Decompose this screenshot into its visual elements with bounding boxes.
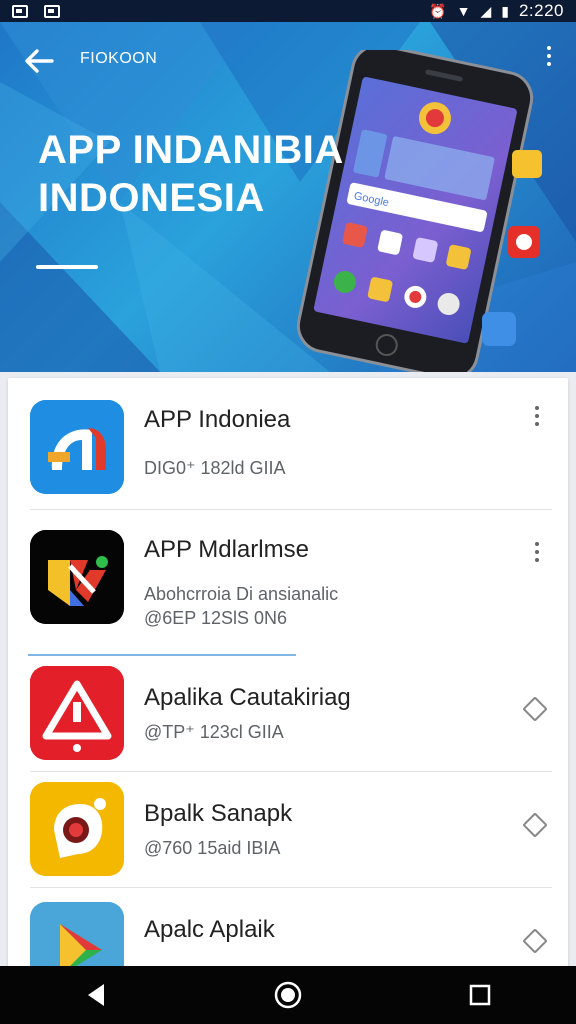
- recents-square-icon: [469, 984, 491, 1006]
- nav-back-button[interactable]: [76, 975, 116, 1015]
- diamond-icon[interactable]: [522, 812, 548, 838]
- battery-icon: ▮: [501, 3, 509, 19]
- status-time: 2:220: [518, 1, 564, 20]
- app-name: Apalc Aplaik: [144, 916, 275, 943]
- hero-title-line2: INDONESIA: [38, 176, 265, 220]
- app-description: Abohcrroia Di ansianalic: [144, 584, 339, 604]
- list-item[interactable]: Apalc Aplaik: [8, 888, 568, 968]
- warning-icon: [30, 666, 124, 760]
- more-options-button[interactable]: [532, 542, 542, 568]
- more-options-button[interactable]: [532, 406, 542, 432]
- app-logo-icon: [30, 530, 124, 624]
- app-name: Bpalk Sanapk: [144, 800, 293, 827]
- list-item[interactable]: APP Indoniea DIG0⁺ 182ld GIIA: [8, 378, 568, 510]
- nav-home-button[interactable]: [268, 975, 308, 1015]
- hero-title: APP INDANIBIA INDONESIA: [38, 126, 344, 222]
- app-icon: [30, 666, 124, 760]
- app-name: APP Indoniea: [144, 406, 291, 433]
- overflow-menu-button[interactable]: [544, 46, 554, 66]
- list-item[interactable]: Bpalk Sanapk @760 15aid IBIA: [8, 772, 568, 888]
- list-item[interactable]: APP Mdlarlmse Abohcrroia Di ansianalic @…: [8, 510, 568, 656]
- gallery-notification-icon: [44, 4, 60, 18]
- list-item[interactable]: Apalika Cautakiriag @TP⁺ 123cl GIIA: [8, 656, 568, 772]
- home-circle-icon: [274, 981, 302, 1009]
- diamond-icon[interactable]: [522, 928, 548, 954]
- app-name: APP Mdlarlmse: [144, 536, 309, 563]
- app-logo-icon: [30, 400, 124, 494]
- app-icon: [30, 782, 124, 876]
- diamond-icon[interactable]: [522, 696, 548, 722]
- app-meta: DIG0⁺ 182ld GIIA: [144, 458, 286, 478]
- alarm-icon: ⏰: [429, 3, 447, 19]
- app-list: APP Indoniea DIG0⁺ 182ld GIIA APP Mdlarl…: [8, 378, 568, 968]
- nav-recents-button[interactable]: [460, 975, 500, 1015]
- back-arrow-icon: [25, 49, 54, 73]
- back-triangle-icon: [88, 984, 104, 1006]
- signal-icon: ◢: [480, 3, 492, 19]
- back-button[interactable]: [22, 44, 56, 78]
- hero-underline: [36, 265, 98, 269]
- status-bar: ⏰ ▼ ◢ ▮ 2:220: [0, 0, 576, 22]
- play-store-icon: [30, 902, 124, 968]
- image-notification-icon: [12, 4, 28, 18]
- camera-lens-icon: [30, 782, 124, 876]
- navigation-bar: [0, 966, 576, 1024]
- app-meta: @TP⁺ 123cl GIIA: [144, 722, 284, 742]
- app-icon: [30, 400, 124, 494]
- wifi-icon: ▼: [456, 3, 471, 19]
- app-icon: [30, 530, 124, 624]
- app-icon: [30, 902, 124, 968]
- app-meta: @760 15aid IBIA: [144, 838, 281, 858]
- app-name: Apalika Cautakiriag: [144, 684, 351, 711]
- app-meta: @6EP 12SlS 0N6: [144, 608, 288, 628]
- hero-title-line1: APP INDANIBIA: [38, 128, 344, 172]
- hero-banner: FIOKOON APP INDANIBIA INDONESIA Google: [0, 22, 576, 372]
- hero-tag: FIOKOON: [80, 50, 158, 67]
